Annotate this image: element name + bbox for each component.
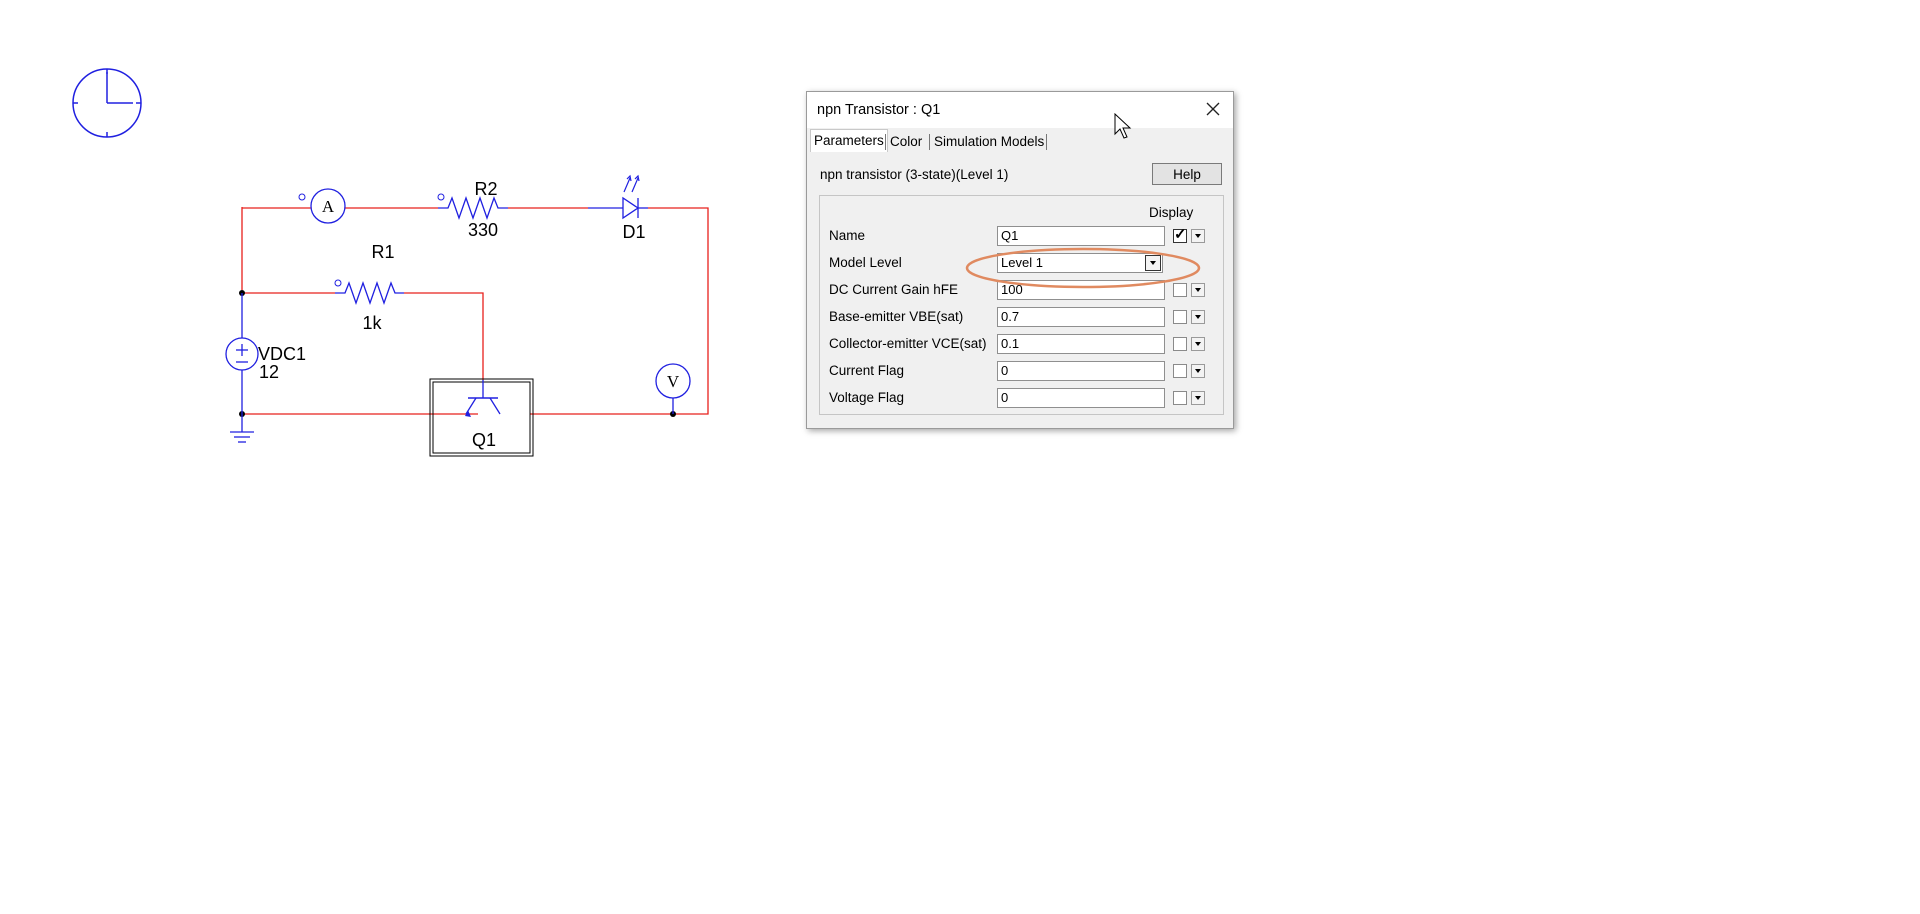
tab-separator (885, 134, 886, 150)
model-level-select[interactable]: Level 1 (997, 253, 1163, 273)
transistor-q1[interactable]: Q1 (429, 378, 534, 457)
chevron-down-icon (1195, 288, 1201, 292)
current-flag-display-checkbox[interactable] (1173, 364, 1187, 378)
vce-display-checkbox[interactable] (1173, 337, 1187, 351)
hfe-field[interactable]: 100 (997, 280, 1165, 300)
d1-name: D1 (622, 222, 645, 242)
resistor-r2[interactable]: R2 330 (437, 179, 508, 240)
voltage-flag-dropdown-button[interactable] (1191, 391, 1205, 405)
hfe-dropdown-button[interactable] (1191, 283, 1205, 297)
help-button[interactable]: Help (1152, 163, 1222, 185)
tab-color[interactable]: Color (887, 132, 925, 151)
tab-separator (1046, 134, 1047, 150)
resistor-r1[interactable]: R1 1k (334, 242, 404, 333)
voltage-flag-field[interactable]: 0 (997, 388, 1165, 408)
name-dropdown-button[interactable] (1191, 229, 1205, 243)
ammeter-label: A (322, 197, 335, 216)
display-column-header: Display (1149, 205, 1194, 220)
vbe-display-checkbox[interactable] (1173, 310, 1187, 324)
led-d1[interactable]: D1 (588, 174, 648, 242)
vbe-dropdown-button[interactable] (1191, 310, 1205, 324)
name-field[interactable]: Q1 (997, 226, 1165, 246)
q1-name: Q1 (472, 430, 496, 450)
voltmeter[interactable]: V (655, 363, 691, 414)
chevron-down-icon (1195, 315, 1201, 319)
voltage-flag-label: Voltage Flag (829, 390, 905, 405)
current-flag-dropdown-button[interactable] (1191, 364, 1205, 378)
name-label: Name (829, 228, 866, 243)
chevron-down-icon (1195, 369, 1201, 373)
ammeter[interactable]: A (298, 188, 346, 224)
hfe-label: DC Current Gain hFE (829, 282, 959, 297)
tab-parameters[interactable]: Parameters (810, 129, 888, 152)
vce-dropdown-button[interactable] (1191, 337, 1205, 351)
chevron-down-icon (1195, 342, 1201, 346)
vce-label: Collector-emitter VCE(sat) (829, 336, 987, 351)
voltage-flag-display-checkbox[interactable] (1173, 391, 1187, 405)
model-level-value: Level 1 (1001, 255, 1043, 270)
vbe-label: Base-emitter VBE(sat) (829, 309, 964, 324)
dialog-title: npn Transistor : Q1 (817, 102, 941, 118)
vdc1-value: 12 (259, 362, 279, 382)
chevron-down-icon (1150, 261, 1156, 265)
name-display-checkbox[interactable]: ✓ (1173, 226, 1187, 243)
current-flag-label: Current Flag (829, 363, 905, 378)
vce-field[interactable]: 0.1 (997, 334, 1165, 354)
dc-voltage-source-vdc1[interactable]: VDC1 12 (225, 293, 306, 414)
voltmeter-label: V (667, 372, 680, 391)
model-level-dropdown-button[interactable] (1145, 255, 1161, 271)
r1-name: R1 (371, 242, 394, 262)
dialog-tabs: Parameters Color Simulation Models (807, 128, 1233, 152)
r2-value: 330 (468, 220, 498, 240)
dialog-title-bar[interactable]: npn Transistor : Q1 (807, 92, 1233, 128)
vbe-field[interactable]: 0.7 (997, 307, 1165, 327)
check-icon: ✓ (1174, 226, 1187, 243)
chevron-down-icon (1195, 234, 1201, 238)
current-flag-field[interactable]: 0 (997, 361, 1165, 381)
model-level-label: Model Level (829, 255, 902, 270)
transistor-properties-dialog: npn Transistor : Q1 Parameters Color Sim… (806, 91, 1234, 429)
r2-name: R2 (474, 179, 497, 199)
hfe-display-checkbox[interactable] (1173, 283, 1187, 297)
r1-value: 1k (362, 313, 382, 333)
ground-symbol (230, 414, 254, 443)
tab-simulation-models[interactable]: Simulation Models (931, 132, 1047, 151)
tab-separator (929, 134, 930, 150)
vdc1-name: VDC1 (258, 344, 306, 364)
clock-icon[interactable] (72, 68, 142, 138)
chevron-down-icon (1195, 396, 1201, 400)
close-icon[interactable] (1203, 99, 1223, 119)
component-description: npn transistor (3-state)(Level 1) (820, 167, 1009, 182)
